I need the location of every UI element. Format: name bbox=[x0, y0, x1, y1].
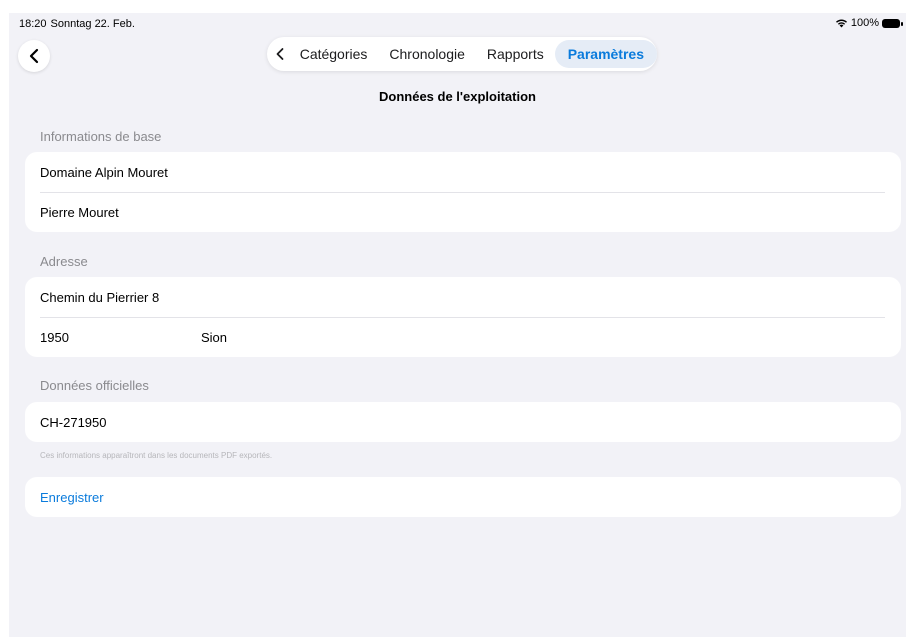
postcode-city-row: 1950 Sion bbox=[25, 317, 901, 357]
status-time: 18:20 bbox=[19, 18, 47, 30]
save-button[interactable]: Enregistrer bbox=[25, 477, 901, 517]
section-header-basic: Informations de base bbox=[40, 129, 162, 144]
status-bar: 18:20 Sonntag 22. Feb. 100% bbox=[9, 13, 906, 35]
tab-rapports[interactable]: Rapports bbox=[476, 40, 555, 68]
chevron-left-icon bbox=[276, 48, 284, 60]
postcode-field[interactable]: 1950 bbox=[40, 330, 201, 345]
section-header-address: Adresse bbox=[40, 254, 88, 269]
footer-note: Ces informations apparaîtront dans les d… bbox=[40, 451, 273, 460]
tab-bar-back-button[interactable] bbox=[271, 37, 289, 71]
status-indicators: 100% bbox=[835, 17, 903, 29]
app-screen: 18:20 Sonntag 22. Feb. 100% Catégories Ch… bbox=[9, 13, 906, 637]
status-date: Sonntag 22. Feb. bbox=[50, 18, 135, 30]
page-title: Données de l'exploitation bbox=[379, 89, 536, 104]
card-official-data: CH-271950 bbox=[25, 402, 901, 442]
street-field[interactable]: Chemin du Pierrier 8 bbox=[25, 277, 901, 317]
back-button[interactable] bbox=[18, 40, 50, 72]
status-time-group: 18:20 Sonntag 22. Feb. bbox=[19, 18, 135, 30]
card-basic-info: Domaine Alpin Mouret Pierre Mouret bbox=[25, 152, 901, 232]
tab-categories[interactable]: Catégories bbox=[289, 40, 379, 68]
owner-name-field[interactable]: Pierre Mouret bbox=[25, 192, 901, 232]
tab-bar: Catégories Chronologie Rapports Paramètr… bbox=[267, 37, 657, 71]
wifi-icon bbox=[835, 19, 847, 28]
chevron-left-icon bbox=[29, 48, 39, 64]
tab-chronologie[interactable]: Chronologie bbox=[378, 40, 476, 68]
battery-percent: 100% bbox=[850, 17, 879, 29]
card-save: Enregistrer bbox=[25, 477, 901, 517]
tab-parametres[interactable]: Paramètres bbox=[554, 40, 657, 68]
city-field[interactable]: Sion bbox=[201, 330, 227, 345]
official-id-field[interactable]: CH-271950 bbox=[25, 402, 901, 442]
battery-icon bbox=[882, 18, 903, 28]
farm-name-field[interactable]: Domaine Alpin Mouret bbox=[25, 152, 901, 192]
section-header-official: Données officielles bbox=[40, 378, 149, 393]
card-address: Chemin du Pierrier 8 1950 Sion bbox=[25, 277, 901, 357]
